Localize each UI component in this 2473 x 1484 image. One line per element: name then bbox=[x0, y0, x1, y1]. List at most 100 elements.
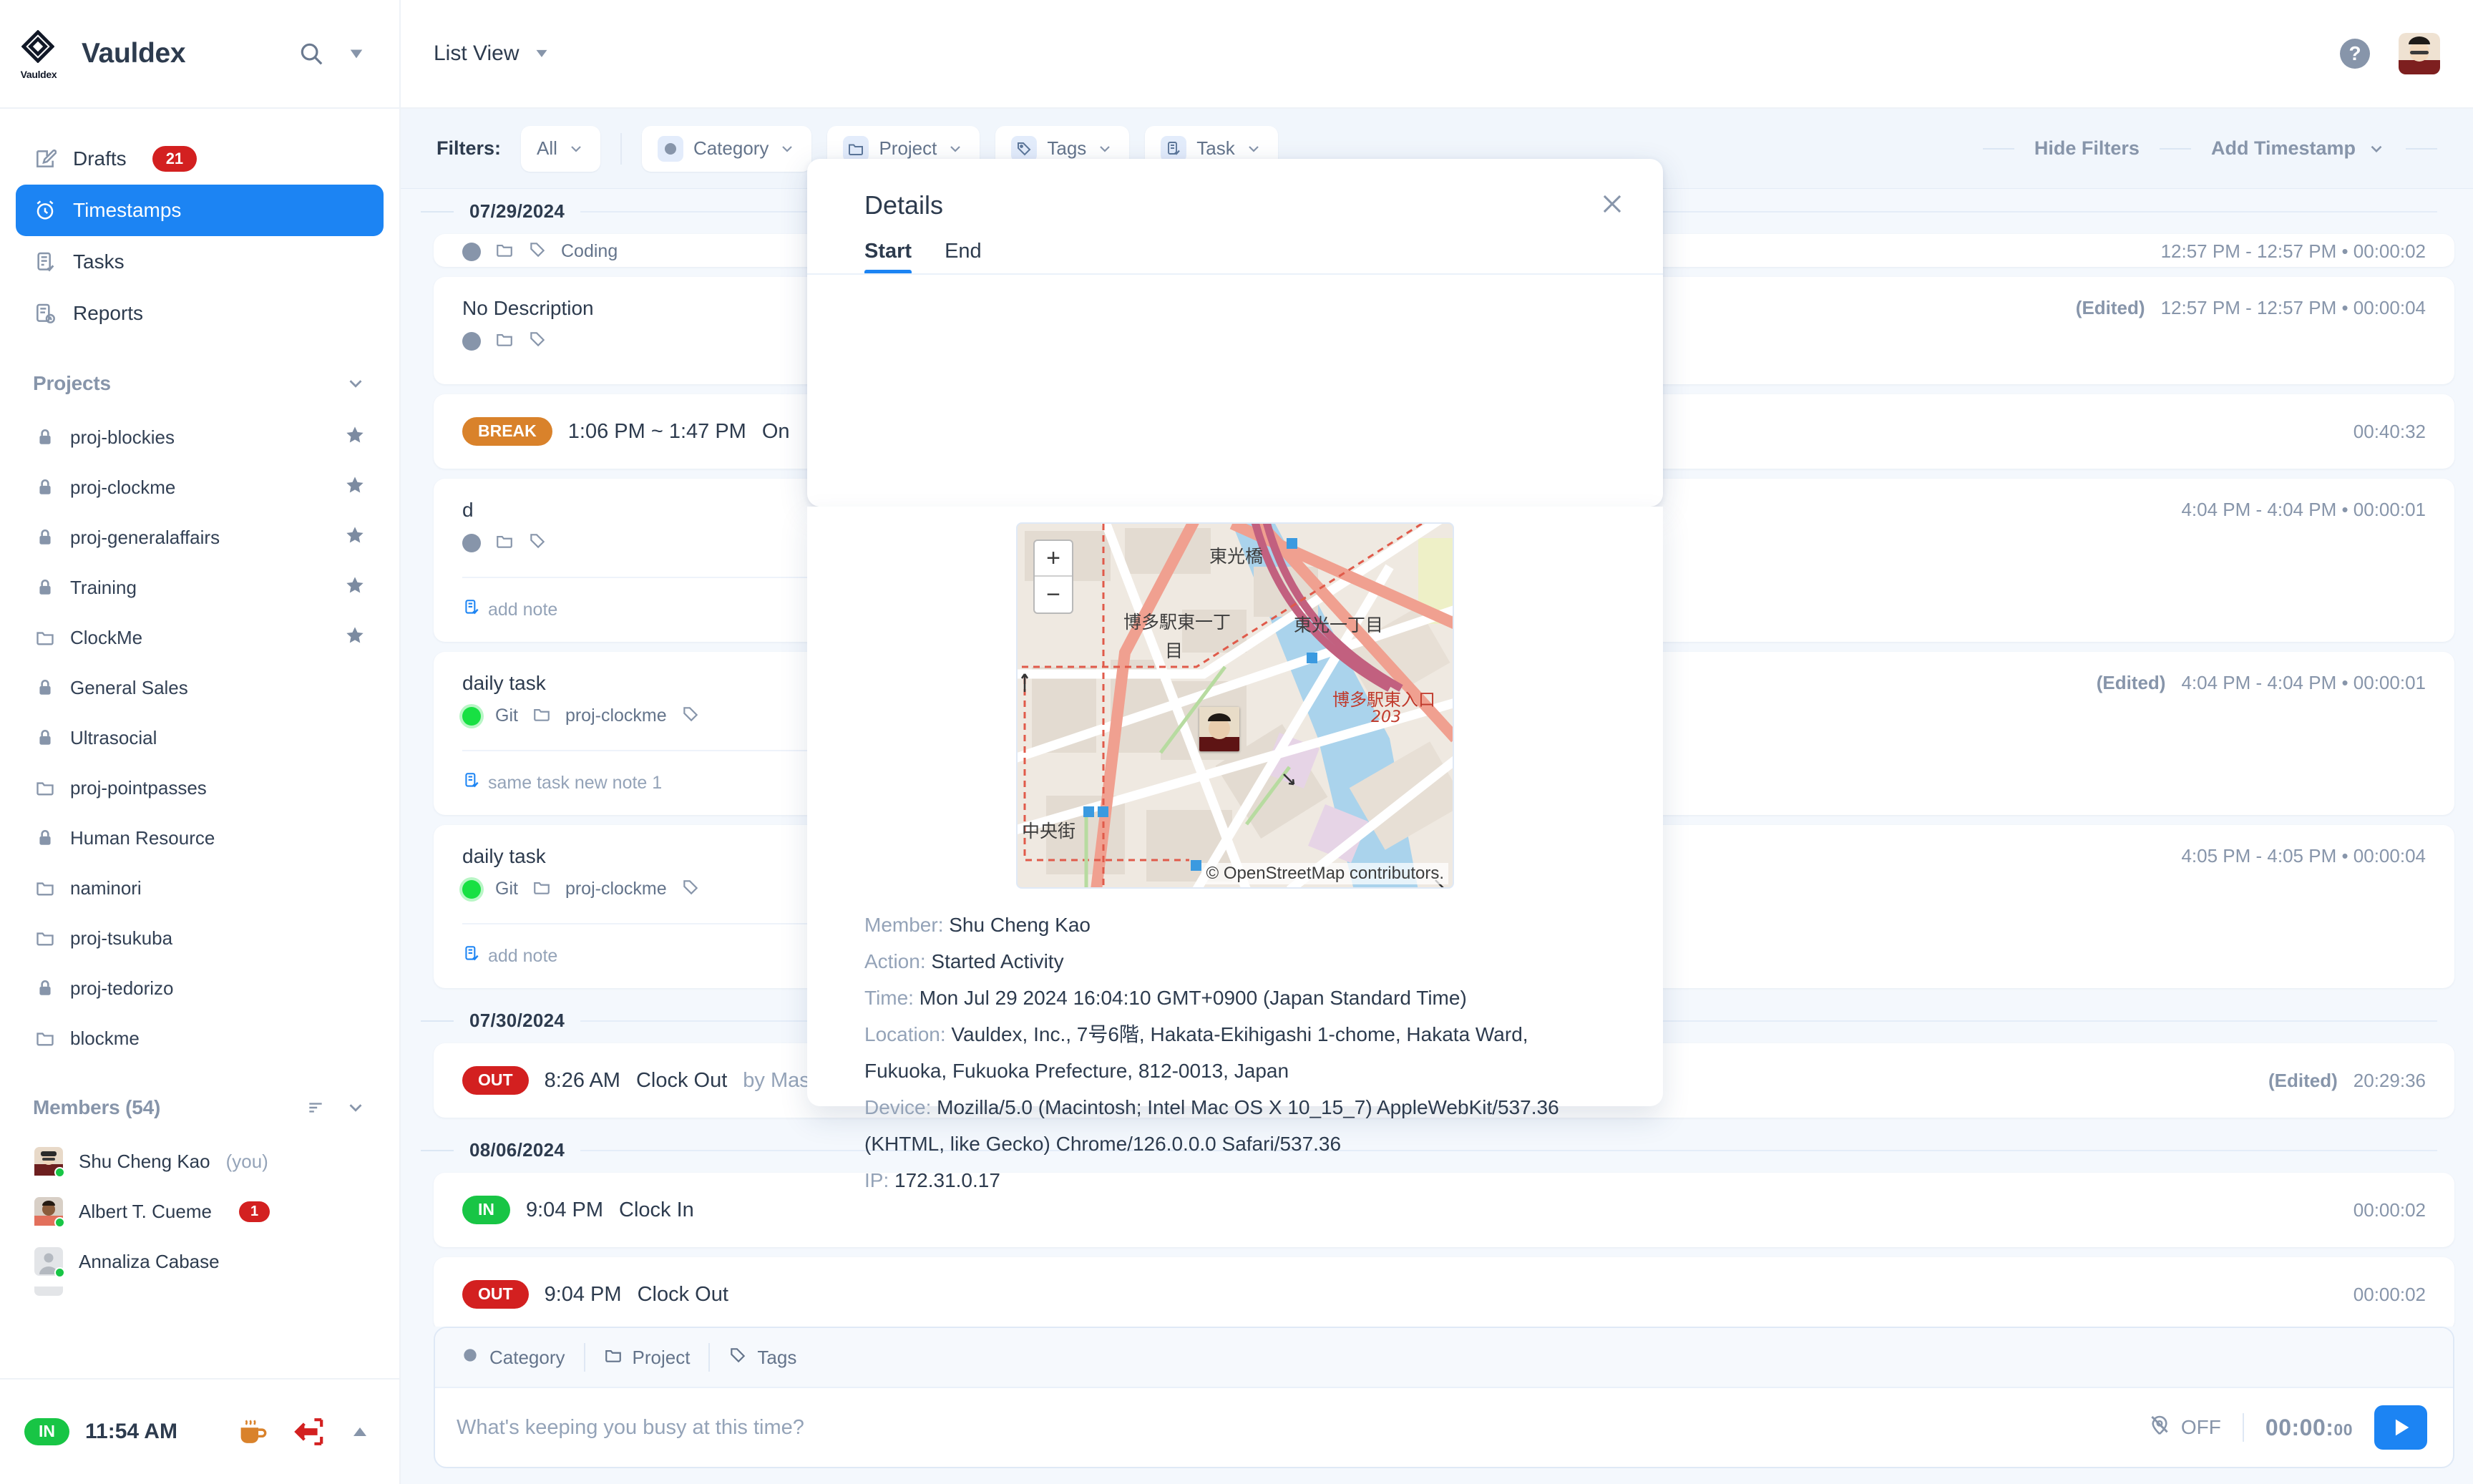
detail-ip: IP: 172.31.0.17 bbox=[864, 1163, 1606, 1199]
project-item[interactable]: proj-clockme bbox=[16, 462, 384, 512]
tab-end[interactable]: End bbox=[945, 240, 982, 275]
detail-value: Mon Jul 29 2024 16:04:10 GMT+0900 (Japan… bbox=[919, 986, 1467, 1009]
view-selector[interactable]: List View bbox=[434, 42, 551, 66]
search-icon[interactable] bbox=[298, 40, 325, 67]
lock-icon bbox=[34, 477, 56, 498]
location-map[interactable]: + − 東光橋 博多駅東一丁 目 東光一丁目 博多駅東入口 203 中央街 © … bbox=[1016, 522, 1454, 889]
avatar[interactable] bbox=[2399, 33, 2440, 74]
composer-tags-label: Tags bbox=[757, 1346, 797, 1368]
tag-icon bbox=[728, 1346, 747, 1370]
detail-action: Action: Started Activity bbox=[864, 944, 1606, 980]
member-badge: 1 bbox=[238, 1201, 270, 1222]
filter-all-label: All bbox=[537, 137, 557, 159]
hide-filters-button[interactable]: Hide Filters bbox=[2034, 137, 2140, 160]
tag-icon bbox=[528, 532, 547, 554]
project-item[interactable]: Ultrasocial bbox=[16, 713, 384, 763]
edited-label: (Edited) bbox=[2096, 672, 2166, 693]
member-item[interactable]: Annaliza Cabase bbox=[16, 1236, 384, 1287]
chevron-down-icon bbox=[1100, 145, 1111, 152]
activity-description-input[interactable] bbox=[457, 1415, 2148, 1440]
sort-icon[interactable] bbox=[305, 1098, 326, 1117]
member-item[interactable]: Shu Cheng Kao (you) bbox=[16, 1136, 384, 1186]
online-dot bbox=[54, 1217, 65, 1228]
project-item[interactable]: proj-tedorizo bbox=[16, 963, 384, 1013]
detail-key: Device: bbox=[864, 1095, 932, 1118]
avatar bbox=[34, 1287, 63, 1305]
coffee-break-icon[interactable] bbox=[235, 1415, 268, 1448]
project-item[interactable]: Training bbox=[16, 562, 384, 612]
member-item[interactable]: Albert T. Cueme 1 bbox=[16, 1186, 384, 1236]
filter-category[interactable]: Category bbox=[641, 125, 812, 172]
help-icon[interactable]: ? bbox=[2340, 39, 2370, 69]
project-item[interactable]: naminori bbox=[16, 863, 384, 913]
project-item[interactable]: ClockMe bbox=[16, 612, 384, 663]
map-label: 203 bbox=[1371, 708, 1401, 726]
composer-project-label: Project bbox=[632, 1346, 691, 1368]
folder-icon bbox=[34, 877, 56, 899]
composer-project-button[interactable]: Project bbox=[604, 1346, 691, 1370]
clock-time: 9:04 PM bbox=[544, 1282, 622, 1306]
project-item[interactable]: General Sales bbox=[16, 663, 384, 713]
project-item[interactable]: Human Resource bbox=[16, 813, 384, 863]
tab-start[interactable]: Start bbox=[864, 240, 912, 275]
map-zoom-in-button[interactable]: + bbox=[1035, 541, 1072, 577]
star-icon[interactable] bbox=[345, 575, 365, 600]
projects-collapse-chevron-down-icon[interactable] bbox=[345, 373, 366, 394]
note-icon bbox=[462, 771, 481, 795]
map-label: 東光一丁目 bbox=[1294, 615, 1384, 635]
map-label: 中央街 bbox=[1022, 821, 1076, 841]
project-item[interactable]: proj-generalaffairs bbox=[16, 512, 384, 562]
sidebar-item-drafts[interactable]: Drafts 21 bbox=[16, 133, 384, 185]
clock-out-arrow-icon[interactable] bbox=[292, 1417, 325, 1447]
project-item-label: proj-blockies bbox=[70, 426, 175, 448]
vauldex-logo: Vauldex bbox=[16, 29, 62, 80]
project-item[interactable]: blockme bbox=[16, 1013, 384, 1063]
composer-tags-button[interactable]: Tags bbox=[728, 1346, 796, 1370]
star-icon[interactable] bbox=[345, 625, 365, 650]
project-item[interactable]: proj-tsukuba bbox=[16, 913, 384, 963]
detail-device: Device: Mozilla/5.0 (Macintosh; Intel Ma… bbox=[864, 1090, 1606, 1163]
clock-label: Clock Out bbox=[635, 1068, 728, 1092]
location-off-icon bbox=[2148, 1414, 2171, 1442]
star-icon[interactable] bbox=[345, 425, 365, 450]
circle-icon bbox=[461, 1346, 479, 1370]
entry-duration: 00:00:02 bbox=[2353, 1283, 2426, 1305]
sidebar-item-timestamps[interactable]: Timestamps bbox=[16, 185, 384, 236]
star-icon[interactable] bbox=[345, 475, 365, 500]
sidebar-item-label: Reports bbox=[73, 302, 144, 324]
composer-category-button[interactable]: Category bbox=[461, 1346, 565, 1370]
sidebar-item-tasks[interactable]: Tasks bbox=[16, 236, 384, 288]
timeline-row-clock[interactable]: OUT 9:04 PM Clock Out 00:00:02 bbox=[434, 1257, 2454, 1327]
tag-icon bbox=[528, 330, 547, 352]
map-zoom-controls[interactable]: + − bbox=[1033, 540, 1073, 614]
project-item[interactable]: proj-pointpasses bbox=[16, 763, 384, 813]
map-attribution: © OpenStreetMap contributors. bbox=[1201, 863, 1448, 884]
members-collapse-chevron-down-icon[interactable] bbox=[345, 1097, 366, 1118]
timer-seconds: 00 bbox=[2333, 1420, 2353, 1439]
vauldex-logo-icon bbox=[21, 30, 54, 63]
close-icon[interactable] bbox=[1599, 190, 1626, 221]
clock-label: Clock Out bbox=[637, 1282, 728, 1306]
location-toggle-button[interactable]: OFF bbox=[2148, 1414, 2221, 1442]
project-item[interactable]: proj-blockies bbox=[16, 412, 384, 462]
divider bbox=[2242, 1413, 2244, 1442]
user-location-marker[interactable] bbox=[1199, 707, 1239, 751]
sidebar-item-reports[interactable]: Reports bbox=[16, 288, 384, 339]
map-zoom-out-button[interactable]: − bbox=[1035, 577, 1072, 612]
entry-category-label: Git bbox=[495, 879, 518, 899]
note-icon bbox=[462, 598, 481, 622]
clock-in-badge: IN bbox=[462, 1196, 510, 1224]
start-timer-button[interactable] bbox=[2374, 1405, 2427, 1450]
composer: Category Project Tags What's keeping you… bbox=[434, 1327, 2454, 1468]
composer-category-label: Category bbox=[489, 1346, 565, 1368]
chevron-down-icon[interactable] bbox=[346, 46, 366, 62]
entry-duration: 00:40:32 bbox=[2353, 420, 2426, 442]
star-icon[interactable] bbox=[345, 525, 365, 550]
member-item-partial[interactable] bbox=[16, 1287, 384, 1305]
tag-icon bbox=[681, 705, 700, 727]
chevron-down-icon bbox=[571, 145, 581, 152]
filter-all[interactable]: All bbox=[521, 125, 600, 172]
expand-up-icon[interactable] bbox=[349, 1423, 371, 1440]
sidebar-item-label: Tasks bbox=[73, 250, 125, 273]
add-timestamp-button[interactable]: Add Timestamp bbox=[2211, 137, 2386, 160]
